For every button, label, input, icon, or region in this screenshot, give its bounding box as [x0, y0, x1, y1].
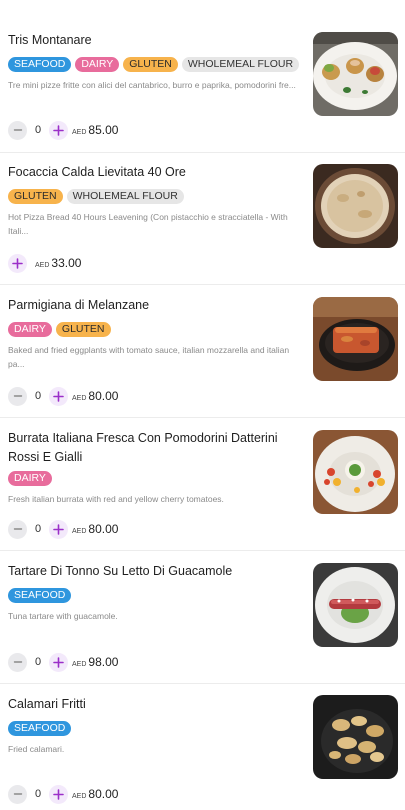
minus-icon	[13, 661, 22, 663]
tag-wholemeal-flour: WHOLEMEAL FLOUR	[66, 189, 184, 204]
item-description: Fresh italian burrata with red and yello…	[8, 494, 224, 504]
tag-dairy: DAIRY	[8, 322, 52, 337]
currency-label: AED	[72, 129, 87, 136]
quantity-stepper: 0 AED 98.00	[8, 652, 118, 672]
price-amount: 98.00	[88, 655, 119, 669]
minus-icon	[13, 793, 22, 795]
price-amount: 80.00	[88, 389, 119, 403]
menu-item[interactable]: Parmigiana di Melanzane DAIRY GLUTEN Bak…	[0, 285, 405, 417]
item-description: Baked and fried eggplants with tomato sa…	[8, 345, 290, 369]
item-price: AED 33.00	[35, 256, 81, 270]
allergen-tags: DAIRY	[8, 471, 52, 486]
tag-gluten: GLUTEN	[55, 322, 111, 337]
increase-button[interactable]	[49, 652, 68, 672]
burrata-plate-photo[interactable]	[313, 430, 398, 514]
parmigiana-pan-photo[interactable]	[313, 297, 398, 381]
item-description: Fried calamari.	[8, 744, 65, 754]
menu-item[interactable]: Tartare Di Tonno Su Letto Di Guacamole S…	[0, 551, 405, 683]
add-button[interactable]	[8, 253, 27, 273]
plus-icon	[12, 257, 23, 269]
tag-dairy: DAIRY	[75, 57, 120, 72]
price-amount: 80.00	[88, 787, 119, 801]
allergen-tags: GLUTEN WHOLEMEAL FLOUR	[8, 189, 184, 204]
quantity-value: 0	[34, 124, 42, 136]
increase-button[interactable]	[49, 519, 68, 539]
item-description: Hot Pizza Bread 40 Hours Leavening (Con …	[8, 212, 288, 236]
fried-pizza-plate-photo[interactable]	[313, 32, 398, 116]
item-title: Calamari Fritti	[8, 697, 86, 711]
price-amount: 85.00	[88, 123, 119, 137]
fried-calamari-photo[interactable]	[313, 695, 398, 779]
increase-button[interactable]	[49, 386, 68, 406]
tag-wholemeal-flour: WHOLEMEAL FLOUR	[181, 57, 300, 72]
menu-item[interactable]: Focaccia Calda Lievitata 40 Ore GLUTEN W…	[0, 153, 405, 284]
decrease-button[interactable]	[8, 386, 27, 406]
increase-button[interactable]	[49, 120, 68, 140]
tag-seafood: SEAFOOD	[8, 57, 72, 72]
quantity-stepper: 0 AED 85.00	[8, 120, 118, 140]
tag-dairy: DAIRY	[8, 471, 52, 486]
allergen-tags: SEAFOOD	[8, 721, 72, 736]
minus-icon	[13, 395, 22, 397]
decrease-button[interactable]	[8, 784, 27, 804]
plus-icon	[53, 788, 64, 800]
quantity-stepper: 0 AED 80.00	[8, 519, 118, 539]
increase-button[interactable]	[49, 784, 68, 804]
plus-icon	[53, 124, 64, 136]
item-price: AED 98.00	[72, 655, 118, 669]
item-title: Parmigiana di Melanzane	[8, 298, 150, 312]
price-amount: 33.00	[51, 256, 82, 270]
tag-seafood: SEAFOOD	[8, 721, 72, 736]
tag-gluten: GLUTEN	[8, 189, 63, 204]
tag-seafood: SEAFOOD	[8, 588, 72, 603]
allergen-tags: DAIRY GLUTEN	[8, 322, 111, 337]
price-amount: 80.00	[88, 522, 119, 536]
currency-label: AED	[72, 395, 87, 402]
item-price: AED 80.00	[72, 787, 118, 801]
menu-item[interactable]: Burrata Italiana Fresca Con Pomodorini D…	[0, 418, 405, 550]
quantity-value: 0	[34, 788, 42, 800]
tuna-tartare-plate-photo[interactable]	[313, 563, 398, 647]
item-description: Tuna tartare with guacamole.	[8, 611, 118, 621]
item-title: Tartare Di Tonno Su Letto Di Guacamole	[8, 564, 233, 578]
minus-icon	[13, 129, 22, 131]
quantity-stepper: 0 AED 80.00	[8, 784, 118, 804]
menu-item[interactable]: Tris Montanare SEAFOOD DAIRY GLUTEN WHOL…	[0, 0, 405, 152]
plus-icon	[53, 523, 64, 535]
item-description: Tre mini pizze fritte con alici del cant…	[8, 80, 296, 90]
quantity-stepper: AED 33.00	[8, 253, 81, 273]
item-price: AED 85.00	[72, 123, 118, 137]
currency-label: AED	[35, 262, 50, 269]
item-price: AED 80.00	[72, 389, 118, 403]
plus-icon	[53, 656, 64, 668]
tag-gluten: GLUTEN	[123, 57, 178, 72]
decrease-button[interactable]	[8, 652, 27, 672]
decrease-button[interactable]	[8, 120, 27, 140]
minus-icon	[13, 528, 22, 530]
plus-icon	[53, 390, 64, 402]
allergen-tags: SEAFOOD	[8, 588, 72, 603]
quantity-value: 0	[34, 523, 42, 535]
item-price: AED 80.00	[72, 522, 118, 536]
currency-label: AED	[72, 661, 87, 668]
focaccia-photo[interactable]	[313, 164, 398, 248]
currency-label: AED	[72, 793, 87, 800]
quantity-value: 0	[34, 390, 42, 402]
item-title: Tris Montanare	[8, 33, 92, 47]
quantity-stepper: 0 AED 80.00	[8, 386, 118, 406]
decrease-button[interactable]	[8, 519, 27, 539]
allergen-tags: SEAFOOD DAIRY GLUTEN WHOLEMEAL FLOUR	[8, 57, 300, 72]
item-title: Burrata Italiana Fresca Con Pomodorini D…	[8, 431, 278, 464]
currency-label: AED	[72, 528, 87, 535]
item-title: Focaccia Calda Lievitata 40 Ore	[8, 165, 186, 179]
menu-item[interactable]: Calamari Fritti SEAFOOD Fried calamari. …	[0, 684, 405, 810]
quantity-value: 0	[34, 656, 42, 668]
